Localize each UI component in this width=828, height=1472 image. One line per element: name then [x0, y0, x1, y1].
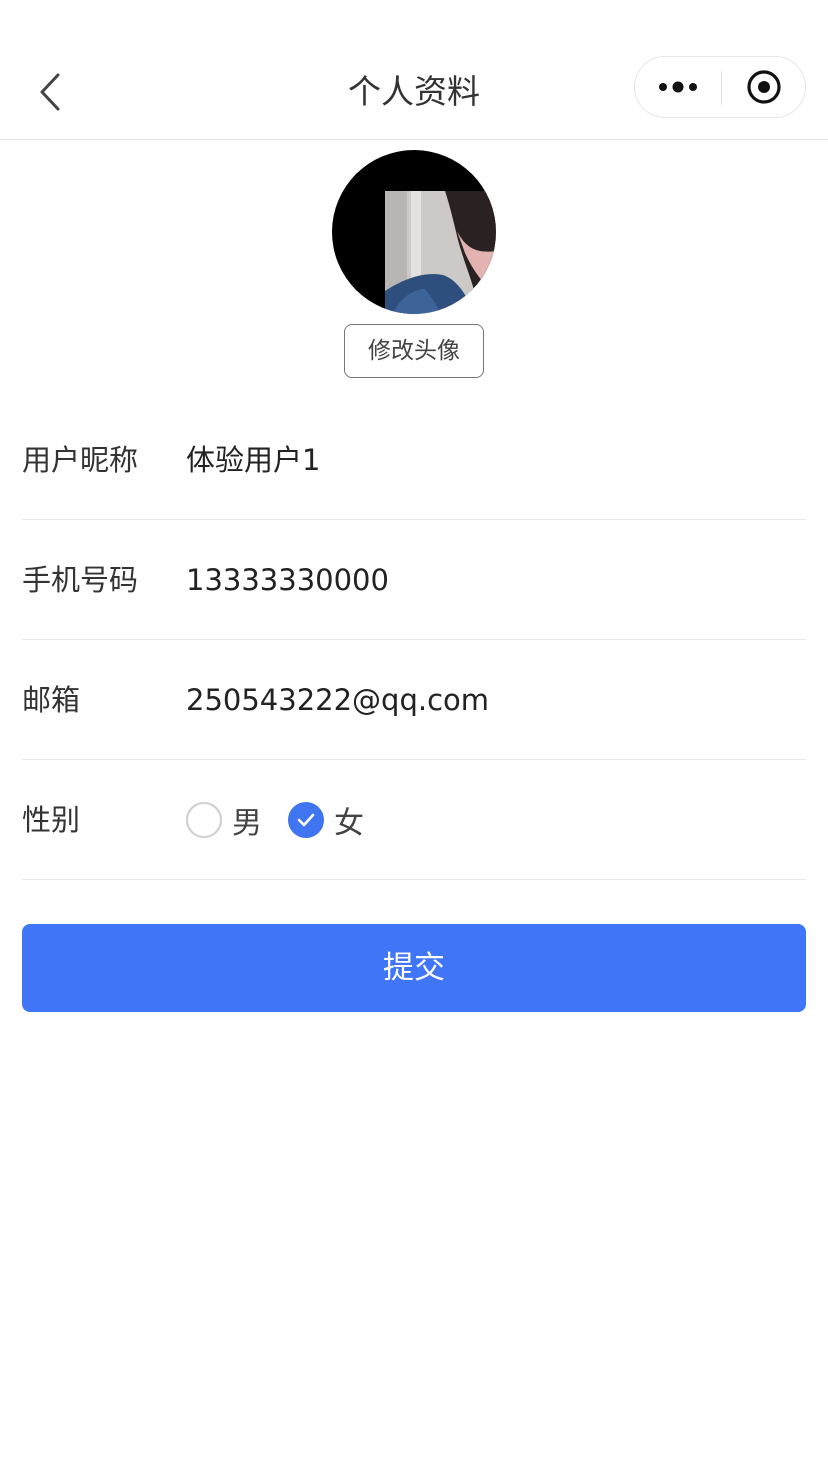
more-dots-icon: [659, 81, 697, 93]
nickname-row: 用户昵称 体验用户1: [22, 400, 806, 520]
more-button[interactable]: [635, 57, 721, 117]
phone-input[interactable]: 13333330000: [186, 520, 796, 640]
email-row: 邮箱 250543222@qq.com: [22, 640, 806, 760]
gender-option-female[interactable]: 女: [288, 798, 364, 842]
checkmark-icon: [297, 813, 315, 827]
gender-label: 性别: [22, 803, 81, 837]
mini-program-capsule: [634, 56, 806, 118]
submit-button[interactable]: 提交: [22, 924, 806, 1012]
target-circle-icon: [747, 70, 781, 104]
radio-checked-icon[interactable]: [288, 802, 324, 838]
radio-unchecked-icon[interactable]: [186, 802, 222, 838]
gender-option-label: 男: [232, 806, 262, 841]
close-mini-program-button[interactable]: [722, 57, 806, 117]
phone-row: 手机号码 13333330000: [22, 520, 806, 640]
navigation-bar: 个人资料: [0, 0, 828, 140]
gender-row: 性别 男 女: [22, 760, 806, 880]
avatar-photo: [385, 191, 496, 314]
phone-label: 手机号码: [22, 563, 139, 597]
nickname-label: 用户昵称: [22, 443, 139, 477]
email-label: 邮箱: [22, 683, 81, 717]
gender-option-label: 女: [334, 806, 364, 841]
change-avatar-button[interactable]: 修改头像: [344, 324, 484, 378]
gender-option-male[interactable]: 男: [186, 798, 262, 842]
avatar: [332, 150, 496, 314]
nickname-input[interactable]: 体验用户1: [186, 400, 796, 520]
gender-radio-group: 男 女: [186, 760, 390, 880]
email-input[interactable]: 250543222@qq.com: [186, 640, 796, 760]
